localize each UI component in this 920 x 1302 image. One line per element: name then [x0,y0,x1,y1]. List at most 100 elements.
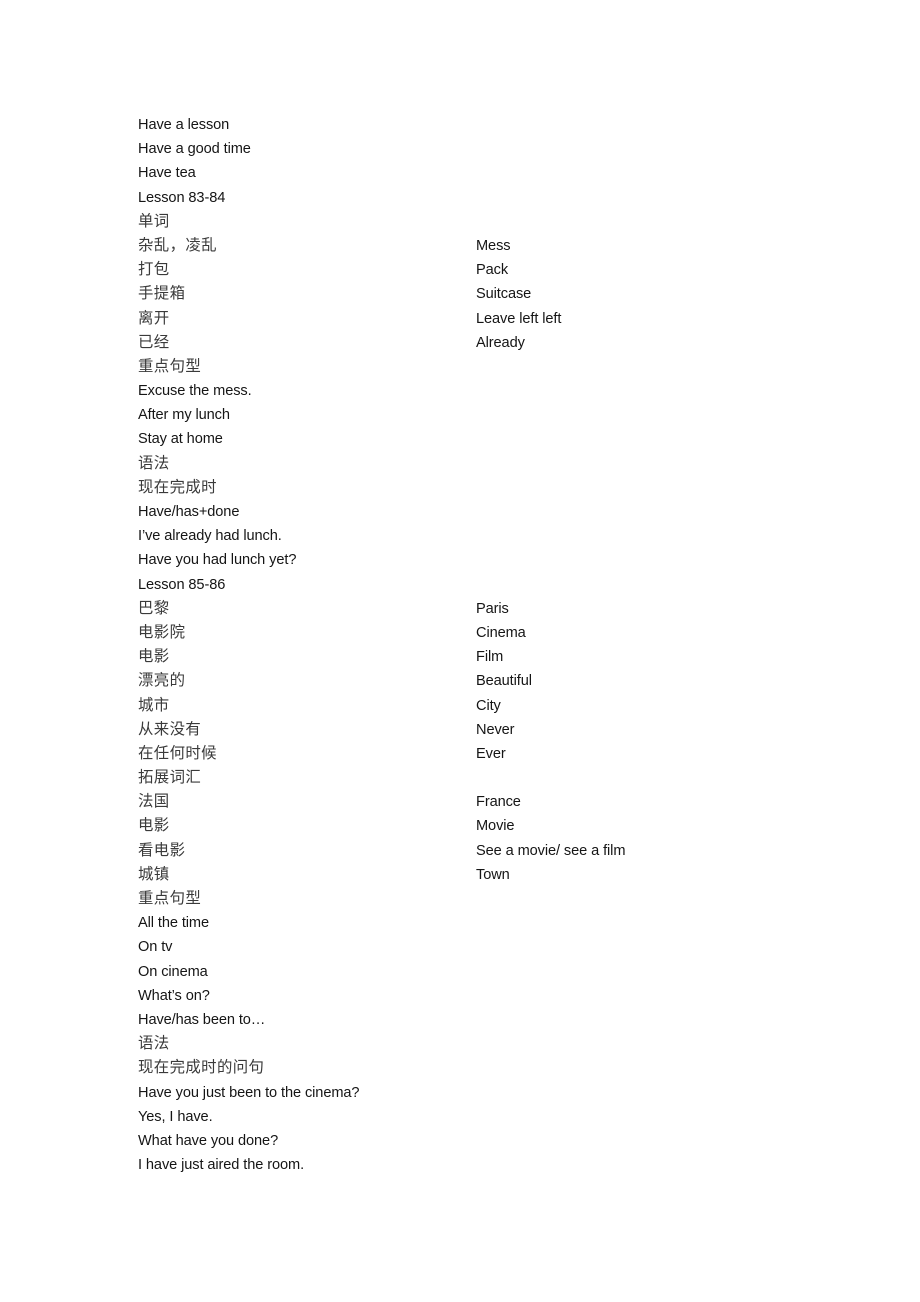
note-line: 看电影 See a movie/ see a film [138,839,838,863]
translation-english: Town [476,866,510,883]
note-line: 重点句型 [138,887,838,911]
term-chinese: 重点句型 [138,357,202,375]
term-english: I’ve already had lunch. [138,528,282,545]
term-english: I have just aired the room. [138,1157,305,1174]
term-english: Have tea [138,165,196,182]
note-line: 电影 Movie [138,814,838,838]
note-line: 从来没有 Never [138,718,838,742]
note-line: 单词 [138,210,838,234]
translation-english: Mess [476,237,511,254]
term-english: Have a good time [138,141,251,158]
note-line: 电影 Film [138,645,838,669]
term-english: On cinema [138,963,208,980]
note-line: What’s on? [138,984,838,1008]
term-chinese: 现在完成时的问句 [138,1059,265,1077]
term-chinese: 现在完成时 [138,478,217,496]
term-chinese: 拓展词汇 [138,769,202,787]
translation-english: Suitcase [476,286,532,303]
translation-english: Film [476,649,504,666]
note-line: Lesson 85-86 [138,573,838,597]
term-chinese: 语法 [138,454,170,472]
term-english: Have/has+done [138,504,240,520]
translation-english: Leave left left [476,310,562,327]
note-line: 在任何时候 Ever [138,742,838,766]
note-line: 拓展词汇 [138,766,838,790]
study-notes-list: Have a lesson Have a good time Have tea Les… [138,113,838,1177]
note-line: 城镇 Town [138,863,838,887]
term-english: Have/has been to… [138,1011,266,1028]
term-english: Lesson 85-86 [138,576,226,593]
term-chinese: 杂乱，凌乱 [138,236,217,254]
note-line: Stay at home [138,427,838,451]
document-page: Have a lesson Have a good time Have tea Les… [0,0,920,1302]
term-chinese: 电影 [138,817,170,835]
term-english: Have a lesson [138,117,230,133]
note-line: 现在完成时 [138,476,838,500]
note-line: What have you done? [138,1129,838,1153]
term-chinese: 城市 [138,696,170,714]
note-line: Excuse the mess. [138,379,838,403]
note-line: 漂亮的 Beautiful [138,669,838,693]
term-chinese: 手提箱 [138,285,186,303]
term-chinese: 打包 [138,261,170,279]
note-line: 手提箱 Suitcase [138,282,838,306]
note-line: Have/has been to… [138,1008,838,1032]
term-english: Have you just been to the cinema? [138,1084,360,1101]
note-line: Yes, I have. [138,1105,838,1129]
note-line: 城市 City [138,694,838,718]
note-line: 电影院 Cinema [138,621,838,645]
term-english: Excuse the mess. [138,383,252,400]
note-line: On tv [138,935,838,959]
term-english: What’s on? [138,987,210,1004]
term-chinese: 重点句型 [138,890,202,907]
note-line: 杂乱，凌乱 Mess [138,234,838,258]
note-line: 打包 Pack [138,258,838,282]
translation-english: Cinema [476,624,526,641]
note-line: Have a lesson [138,113,838,137]
term-english: Lesson 83-84 [138,189,226,206]
term-english: What have you done? [138,1132,279,1149]
term-chinese: 巴黎 [138,599,170,617]
term-chinese: 城镇 [138,865,170,883]
note-line: I have just aired the room. [138,1153,838,1177]
translation-english: Beautiful [476,673,532,690]
term-english: After my lunch [138,407,230,424]
note-line: 离开 Leave left left [138,307,838,331]
term-chinese: 法国 [138,793,170,811]
note-line: 现在完成时的问句 [138,1056,838,1080]
note-line: Have you had lunch yet? [138,548,838,572]
term-chinese: 离开 [138,309,170,327]
note-line: I’ve already had lunch. [138,524,838,548]
term-chinese: 电影 [138,648,170,666]
note-line: Lesson 83-84 [138,186,838,210]
term-chinese: 看电影 [138,841,186,859]
note-line: Have tea [138,161,838,185]
translation-english: Ever [476,745,506,762]
translation-english: Pack [476,262,509,279]
note-line: All the time [138,911,838,935]
note-line: 语法 [138,1032,838,1056]
note-line: Have a good time [138,137,838,161]
translation-english: See a movie/ see a film [476,842,626,859]
term-chinese: 漂亮的 [138,672,186,690]
note-line: 法国 France [138,790,838,814]
term-chinese: 从来没有 [138,720,202,738]
term-chinese: 语法 [138,1035,170,1053]
note-line: 巴黎 Paris [138,597,838,621]
note-line: Have you just been to the cinema? [138,1081,838,1105]
note-line: Have/has+done [138,500,838,524]
term-chinese: 在任何时候 [138,744,217,762]
term-chinese: 电影院 [138,623,186,641]
translation-english: Never [476,721,515,738]
term-chinese: 单词 [138,212,170,230]
translation-english: France [476,794,521,811]
translation-english: City [476,697,501,714]
note-line: 语法 [138,452,838,476]
term-english: All the time [138,915,209,932]
note-line: On cinema [138,960,838,984]
term-english: Yes, I have. [138,1108,213,1125]
translation-english: Paris [476,600,509,617]
note-line: 重点句型 [138,355,838,379]
term-english: On tv [138,939,173,956]
translation-english: Already [476,334,525,351]
